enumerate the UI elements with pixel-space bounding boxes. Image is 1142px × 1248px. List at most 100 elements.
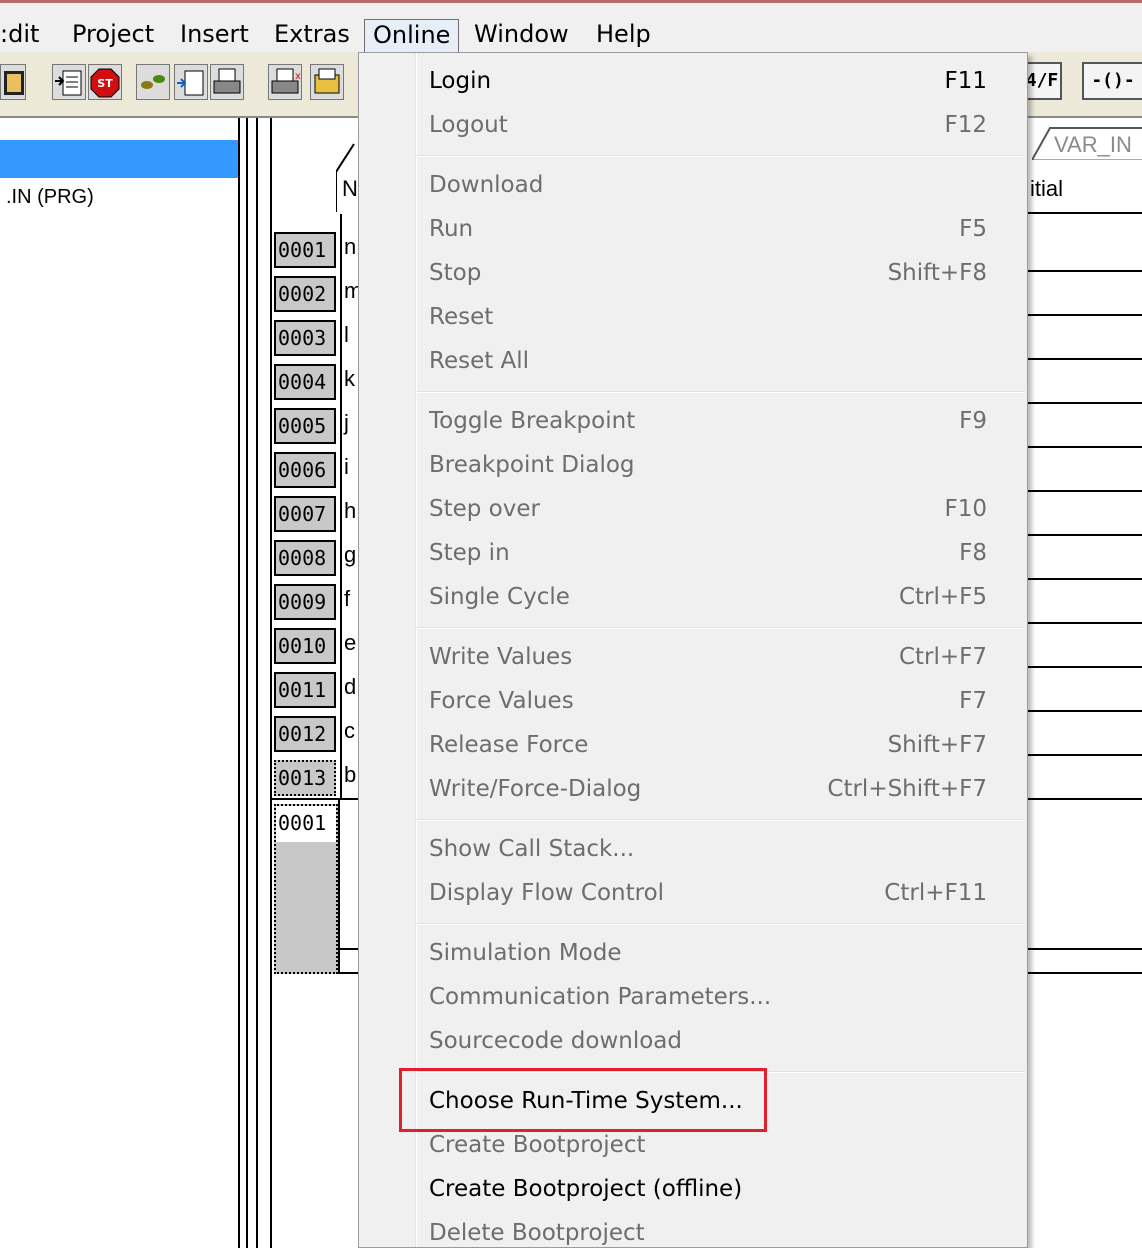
menu-item-label: Run	[429, 216, 474, 242]
menu-item-label: Logout	[429, 112, 508, 138]
pou-item-main[interactable]: .IN (PRG)	[6, 186, 94, 209]
menu-item-shortcut: Shift+F8	[887, 260, 987, 286]
variable-name[interactable]: d	[344, 674, 356, 700]
variable-name[interactable]: f	[344, 586, 350, 612]
variable-name[interactable]: g	[344, 542, 356, 568]
menu-item-shortcut: Ctrl+F11	[884, 880, 987, 906]
step-icon[interactable]	[136, 64, 170, 100]
menu-item-create-bootproject-offline[interactable]: Create Bootproject (offline)	[429, 1169, 1009, 1209]
variable-name[interactable]: n	[344, 234, 356, 260]
menu-item-shortcut: F5	[959, 216, 987, 242]
insert-icon[interactable]	[174, 64, 208, 100]
variable-name[interactable]: k	[344, 366, 355, 392]
coil-button[interactable]: -()-	[1082, 62, 1142, 100]
tab-var-input[interactable]: VAR_IN	[1054, 132, 1132, 158]
menu-item-write-force-dialog[interactable]: Write/Force-Dialog Ctrl+Shift+F7	[429, 769, 1009, 809]
selected-tree-item[interactable]	[0, 140, 238, 178]
menu-item-logout[interactable]: Logout F12	[429, 105, 1009, 145]
menu-item-stop[interactable]: Stop Shift+F8	[429, 253, 1009, 293]
line-number: 0001	[274, 232, 336, 268]
line-number: 0007	[274, 496, 336, 532]
menu-item-label: Create Bootproject (offline)	[429, 1176, 743, 1202]
line-number: 0005	[274, 408, 336, 444]
line-number: 0008	[274, 540, 336, 576]
column-initial-header: itial	[1030, 176, 1064, 201]
menu-separator	[417, 155, 1025, 157]
menu-item-label: Show Call Stack...	[429, 836, 635, 862]
line-number: 0009	[274, 584, 336, 620]
menu-item-sourcecode-download[interactable]: Sourcecode download	[429, 1021, 1009, 1061]
variable-name[interactable]: h	[344, 498, 356, 524]
menu-item-label: Single Cycle	[429, 584, 570, 610]
highlight-annotation	[399, 1068, 767, 1132]
open-icon[interactable]	[52, 64, 86, 100]
line-number: 0011	[274, 672, 336, 708]
menu-item-label: Stop	[429, 260, 482, 286]
menu-item-show-call-stack[interactable]: Show Call Stack...	[429, 829, 1009, 869]
menu-item-write-values[interactable]: Write Values Ctrl+F7	[429, 637, 1009, 677]
menu-help[interactable]: Help	[596, 19, 651, 49]
body-line-label: 0001	[276, 806, 336, 842]
object-organizer: .IN (PRG)	[0, 118, 240, 1248]
variable-name[interactable]: i	[344, 454, 349, 480]
menu-item-shortcut: Ctrl+Shift+F7	[827, 776, 987, 802]
stop-icon[interactable]: ST	[88, 64, 122, 100]
menu-separator	[417, 627, 1025, 629]
svg-text:ST: ST	[97, 77, 113, 90]
menu-item-step-over[interactable]: Step over F10	[429, 489, 1009, 529]
menu-item-reset-all[interactable]: Reset All	[429, 341, 1009, 381]
header-line	[1028, 212, 1142, 214]
menu-item-shortcut: F8	[959, 540, 987, 566]
menu-item-delete-bootproject[interactable]: Delete Bootproject	[429, 1213, 1009, 1248]
pane-splitter[interactable]	[246, 118, 258, 1248]
menu-edit[interactable]: :dit	[0, 19, 39, 49]
menu-window[interactable]: Window	[474, 19, 569, 49]
menu-item-toggle-breakpoint[interactable]: Toggle Breakpoint F9	[429, 401, 1009, 441]
menu-item-shortcut: Ctrl+F5	[898, 584, 987, 610]
menu-item-reset[interactable]: Reset	[429, 297, 1009, 337]
variable-name[interactable]: j	[344, 410, 349, 436]
menu-insert[interactable]: Insert	[180, 19, 249, 49]
line-number: 0003	[274, 320, 336, 356]
menu-item-label: Simulation Mode	[429, 940, 622, 966]
line-number: 0002	[274, 276, 336, 312]
menu-item-release-force[interactable]: Release Force Shift+F7	[429, 725, 1009, 765]
menu-item-login[interactable]: Login F11	[429, 61, 1009, 101]
menu-item-label: Login	[429, 68, 492, 94]
svg-text:x: x	[295, 71, 301, 82]
menu-item-shortcut: Ctrl+F7	[898, 644, 987, 670]
menu-item-force-values[interactable]: Force Values F7	[429, 681, 1009, 721]
line-number: 0012	[274, 716, 336, 752]
variable-name[interactable]: e	[344, 630, 356, 656]
menu-extras[interactable]: Extras	[274, 19, 350, 49]
book-icon[interactable]	[0, 64, 26, 100]
menu-item-simulation-mode[interactable]: Simulation Mode	[429, 933, 1009, 973]
menu-item-single-cycle[interactable]: Single Cycle Ctrl+F5	[429, 577, 1009, 617]
menu-item-shortcut: F9	[959, 408, 987, 434]
menu-item-label: Breakpoint Dialog	[429, 452, 635, 478]
menu-item-display-flow-control[interactable]: Display Flow Control Ctrl+F11	[429, 873, 1009, 913]
contact-negated-button[interactable]: 4/F	[1022, 62, 1062, 100]
print-preview-icon[interactable]: x	[268, 64, 302, 100]
menu-item-shortcut: F7	[959, 688, 987, 714]
menu-item-download[interactable]: Download	[429, 165, 1009, 205]
menu-item-run[interactable]: Run F5	[429, 209, 1009, 249]
menu-item-label: Display Flow Control	[429, 880, 665, 906]
menu-online[interactable]: Online	[364, 19, 460, 53]
name-column-divider	[340, 214, 342, 798]
variable-name[interactable]: c	[344, 718, 355, 744]
folder-icon[interactable]	[310, 64, 344, 100]
menu-item-label: Write/Force-Dialog	[429, 776, 642, 802]
menu-item-step-in[interactable]: Step in F8	[429, 533, 1009, 573]
menu-item-label: Release Force	[429, 732, 589, 758]
menu-item-breakpoint-dialog[interactable]: Breakpoint Dialog	[429, 445, 1009, 485]
menu-item-shortcut: Shift+F7	[887, 732, 987, 758]
variable-name[interactable]: l	[344, 322, 349, 348]
line-number: 0004	[274, 364, 336, 400]
menu-project[interactable]: Project	[72, 19, 154, 49]
menu-separator	[417, 391, 1025, 393]
print-icon[interactable]	[210, 64, 244, 100]
menu-item-communication-parameters[interactable]: Communication Parameters...	[429, 977, 1009, 1017]
line-number: 0006	[274, 452, 336, 488]
variable-name[interactable]: b	[344, 762, 356, 788]
